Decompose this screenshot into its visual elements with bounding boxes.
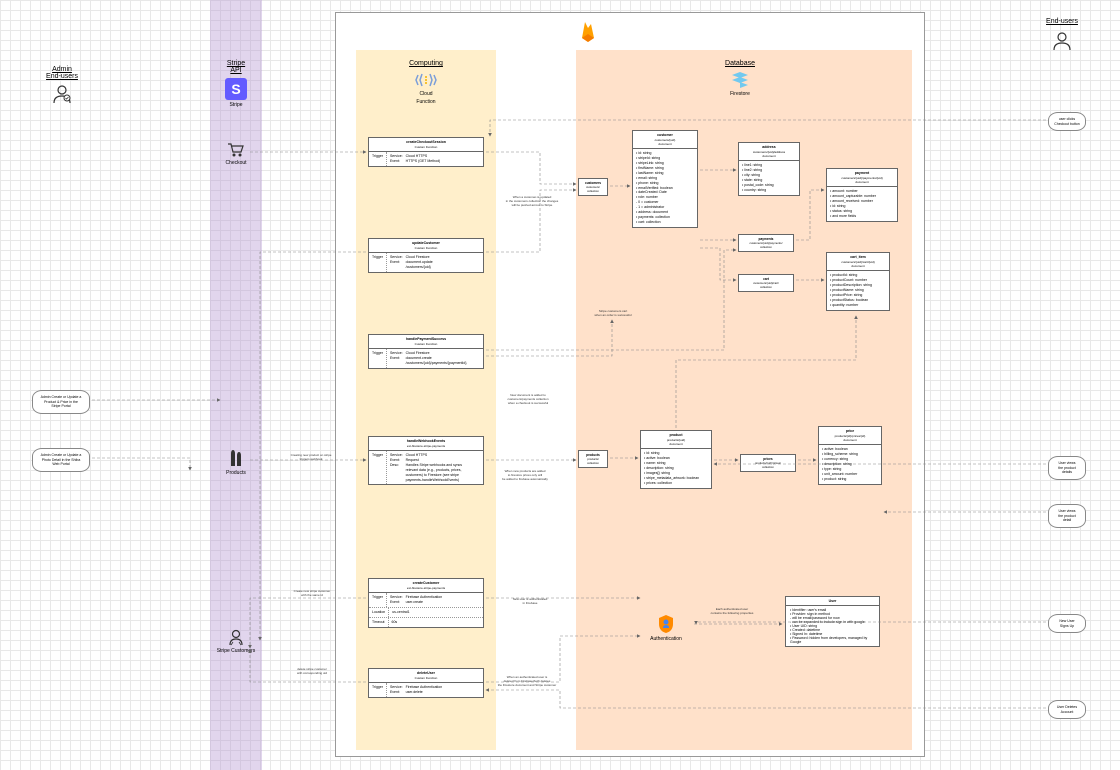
coll-products[interactable]: productsproducts/ collection bbox=[578, 450, 608, 468]
stripe-products-section: Products bbox=[196, 448, 276, 476]
note-auth-props: Each authenticated user contains the fol… bbox=[704, 608, 760, 616]
admin-user-icon bbox=[52, 84, 72, 104]
auth-section: Authentication bbox=[636, 614, 696, 642]
callout-user-signup: New User Signs Up bbox=[1048, 614, 1086, 633]
note-delete-stripe-cust: delete stripe customer with correspondin… bbox=[284, 668, 340, 676]
note-payment-doc: New document is added to customers/payme… bbox=[498, 394, 558, 406]
firebase-icon bbox=[580, 20, 596, 42]
callout-user-checkout: user clicks Checkout button bbox=[1048, 112, 1086, 131]
cloud-function-icon bbox=[414, 71, 438, 89]
stripe-checkout-section: Checkout bbox=[196, 142, 276, 166]
func-deleteUser[interactable]: deleteUserCustom Function TriggerService… bbox=[368, 668, 484, 698]
doc-payment[interactable]: paymentcustomers/{uid}/payments/{uid} do… bbox=[826, 168, 898, 222]
note-delete-user: When an authenticated user is deleted fr… bbox=[494, 676, 560, 688]
doc-price[interactable]: priceproducts/{id}/prices/{id} document … bbox=[818, 426, 882, 485]
firestore-icon bbox=[730, 71, 750, 89]
stripe-customers-section: Stripe Customers bbox=[196, 628, 276, 654]
callout-user-products: User views the product details bbox=[1048, 456, 1086, 480]
doc-user[interactable]: User Identifier: user's emailProvider: s… bbox=[785, 596, 880, 647]
note-cart-clear: Stripe customers cart when an order is s… bbox=[588, 310, 638, 318]
func-createCustomer[interactable]: createCustomerext-firestore-stripe-payme… bbox=[368, 578, 484, 628]
coll-payments[interactable]: paymentscustomers/{uid}/payments/ collec… bbox=[738, 234, 794, 252]
func-handleWebhookEvents[interactable]: handleWebhookEventsext-firestore-stripe-… bbox=[368, 436, 484, 485]
callout-user-delete: User Deletes Account bbox=[1048, 700, 1086, 719]
doc-address[interactable]: addresscustomers/{uid}/address document … bbox=[738, 142, 800, 196]
endusers-column-header: End-users bbox=[1022, 18, 1102, 51]
computing-column-header: Computing Cloud Function bbox=[386, 60, 466, 105]
doc-customer[interactable]: customercustomers/{uid} document id: str… bbox=[632, 130, 698, 228]
database-column-header: Database Firestore bbox=[700, 60, 780, 97]
stripe-column-header: Stripe API S Stripe bbox=[196, 60, 276, 108]
auth-shield-icon bbox=[657, 614, 675, 634]
note-customer-update: When a customer-is-updated in the custom… bbox=[498, 196, 566, 208]
func-updateCustomer[interactable]: updateCustomerCustom Function TriggerSer… bbox=[368, 238, 484, 273]
user-icon bbox=[1052, 31, 1072, 51]
coll-customers[interactable]: customerscustomers/ collection bbox=[578, 178, 608, 196]
lane-stripe bbox=[210, 0, 262, 770]
note-new-user-auth: New user is authenticated in Firebase bbox=[504, 598, 556, 606]
coll-prices[interactable]: pricesproducts/{uid}/prices/ collection bbox=[740, 454, 796, 472]
func-handlePaymentSuccess[interactable]: handlePaymentSuccessCustom Function Trig… bbox=[368, 334, 484, 369]
callout-user-product-detail: User views the product detail bbox=[1048, 504, 1086, 528]
coll-cart[interactable]: cartcustomers/{uid}/cart/ collection bbox=[738, 274, 794, 292]
doc-cart-item[interactable]: cart_itemcustomers/{uid}/cart/{uid} docu… bbox=[826, 252, 890, 311]
customers-icon bbox=[227, 628, 245, 646]
func-createCheckoutSession[interactable]: createCheckoutSessionCustom Function Tri… bbox=[368, 137, 484, 167]
note-new-products: When new products are added to firestore… bbox=[494, 470, 556, 482]
stripe-logo-icon: S bbox=[225, 78, 247, 100]
callout-admin-photo: Admin Create or Update a Photo Detail in… bbox=[32, 448, 90, 472]
cart-icon bbox=[227, 142, 245, 158]
callout-admin-product: Admin Create or Update a Product & Price… bbox=[32, 390, 90, 414]
admin-column-header: Admin End-users bbox=[22, 66, 102, 104]
note-webhook: Creating new product on stripe triggers … bbox=[282, 454, 340, 462]
doc-product[interactable]: productproducts/{uid} document id: strin… bbox=[640, 430, 712, 489]
products-icon bbox=[226, 448, 246, 468]
note-create-stripe-cust: Create new stripe customer with the same… bbox=[284, 590, 340, 598]
